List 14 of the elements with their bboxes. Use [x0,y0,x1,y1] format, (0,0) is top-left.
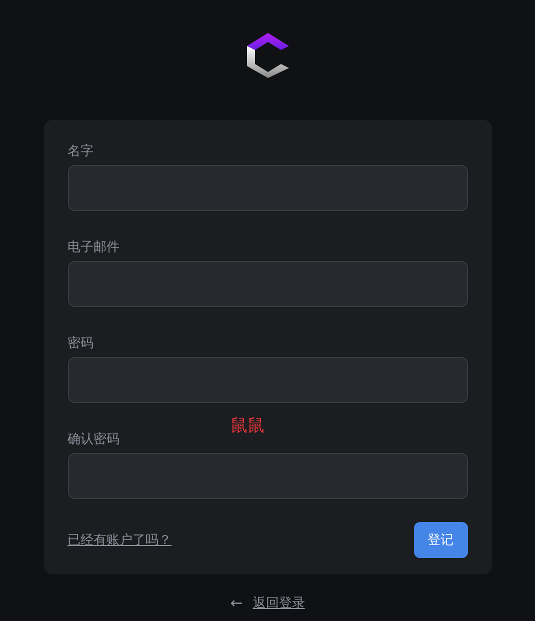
annotation-text: 鼠鼠 [230,415,264,437]
login-link[interactable]: 已经有账户了吗？ [68,531,172,549]
input-field[interactable] [68,453,468,499]
field-label: 名字 [68,144,94,160]
back-to-login-link[interactable]: 返回登录 [252,594,305,612]
register-button[interactable]: 登记 [414,522,468,558]
field-label: 密码 [68,336,94,352]
input-field[interactable] [68,261,468,307]
back-arrow-icon: ← [230,594,243,612]
logo-icon [246,31,290,79]
field-label: 电子邮件 [68,240,120,256]
field-label: 确认密码 [68,432,120,448]
input-field[interactable] [68,165,468,211]
input-field[interactable] [68,357,468,403]
